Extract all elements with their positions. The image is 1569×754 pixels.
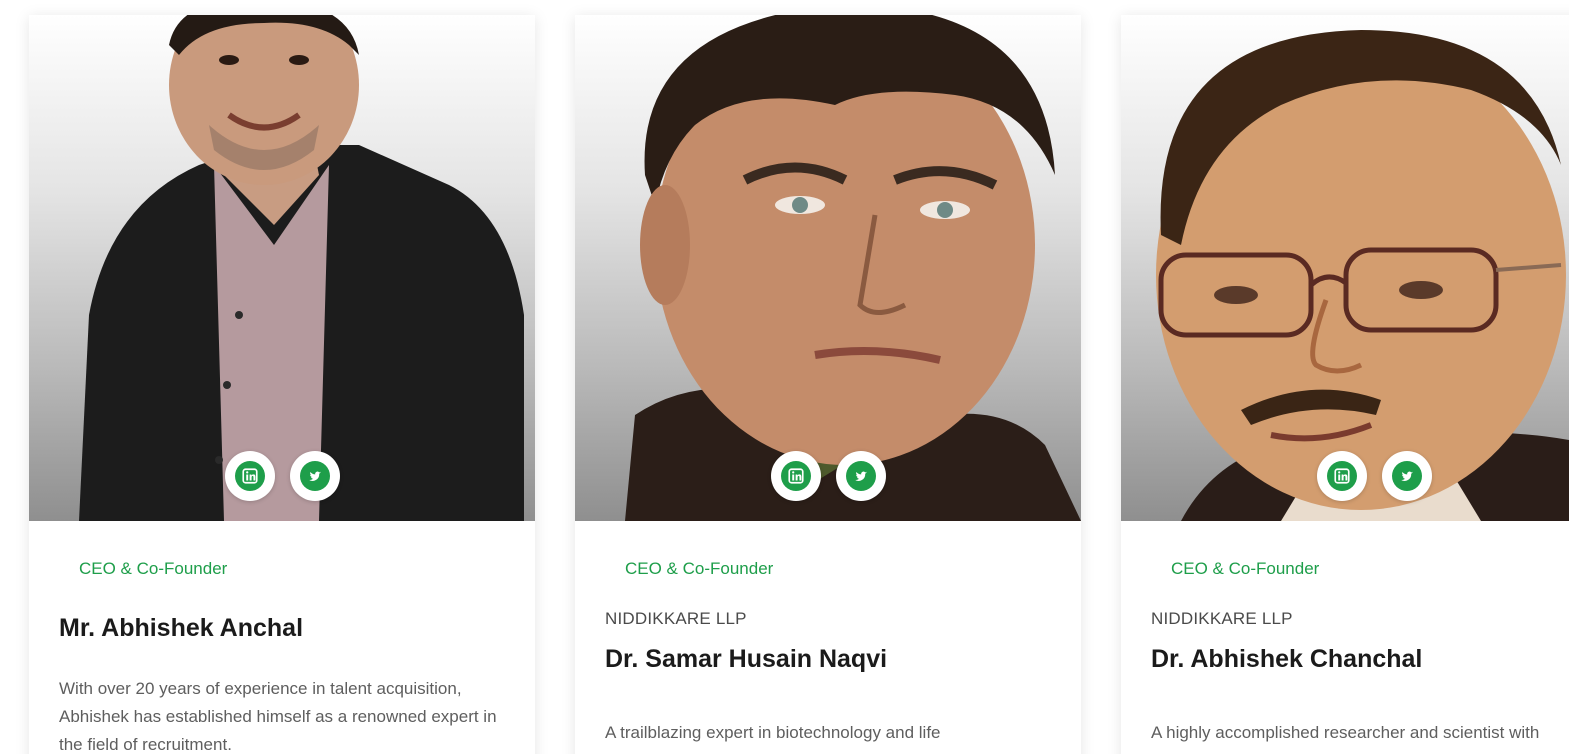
twitter-icon xyxy=(845,461,876,491)
linkedin-icon xyxy=(1326,461,1357,491)
member-bio: A trailblazing expert in biotechnology a… xyxy=(605,723,941,742)
member-name: Mr. Abhishek Anchal xyxy=(59,614,304,642)
member-name: Dr. Samar Husain Naqvi xyxy=(605,645,888,673)
twitter-button[interactable] xyxy=(1381,451,1432,501)
team-card: CEO & Co-Founder NIDDIKKARE LLP Dr. Abhi… xyxy=(1121,15,1569,754)
member-role: CEO & Co-Founder xyxy=(625,559,774,578)
member-bio: A highly accomplished researcher and sci… xyxy=(1151,723,1540,742)
twitter-button[interactable] xyxy=(289,451,340,501)
portrait-image xyxy=(1156,30,1569,521)
linkedin-button[interactable] xyxy=(770,451,821,501)
twitter-icon xyxy=(1391,461,1422,491)
social-links xyxy=(29,451,535,501)
member-name: Dr. Abhishek Chanchal xyxy=(1151,645,1423,673)
team-section: CEO & Co-Founder Mr. Abhishek Anchal Wit… xyxy=(0,0,1569,754)
linkedin-button[interactable] xyxy=(1316,451,1367,501)
member-bio: With over 20 years of experience in tale… xyxy=(59,679,497,754)
member-company: NIDDIKKARE LLP xyxy=(605,609,747,628)
twitter-icon xyxy=(299,461,330,491)
portrait-image xyxy=(79,15,524,521)
linkedin-icon xyxy=(780,461,811,491)
member-role: CEO & Co-Founder xyxy=(79,559,228,578)
member-photo xyxy=(29,15,535,521)
social-links xyxy=(1121,451,1569,501)
member-company: NIDDIKKARE LLP xyxy=(1151,609,1293,628)
member-photo xyxy=(575,15,1081,521)
social-links xyxy=(575,451,1081,501)
team-card: CEO & Co-Founder NIDDIKKARE LLP Dr. Sama… xyxy=(575,15,1081,754)
linkedin-icon xyxy=(234,461,265,491)
portrait-image xyxy=(625,15,1081,521)
member-role: CEO & Co-Founder xyxy=(1171,559,1320,578)
twitter-button[interactable] xyxy=(835,451,886,501)
linkedin-button[interactable] xyxy=(224,451,275,501)
team-card: CEO & Co-Founder Mr. Abhishek Anchal Wit… xyxy=(29,15,535,754)
member-photo xyxy=(1121,15,1569,521)
